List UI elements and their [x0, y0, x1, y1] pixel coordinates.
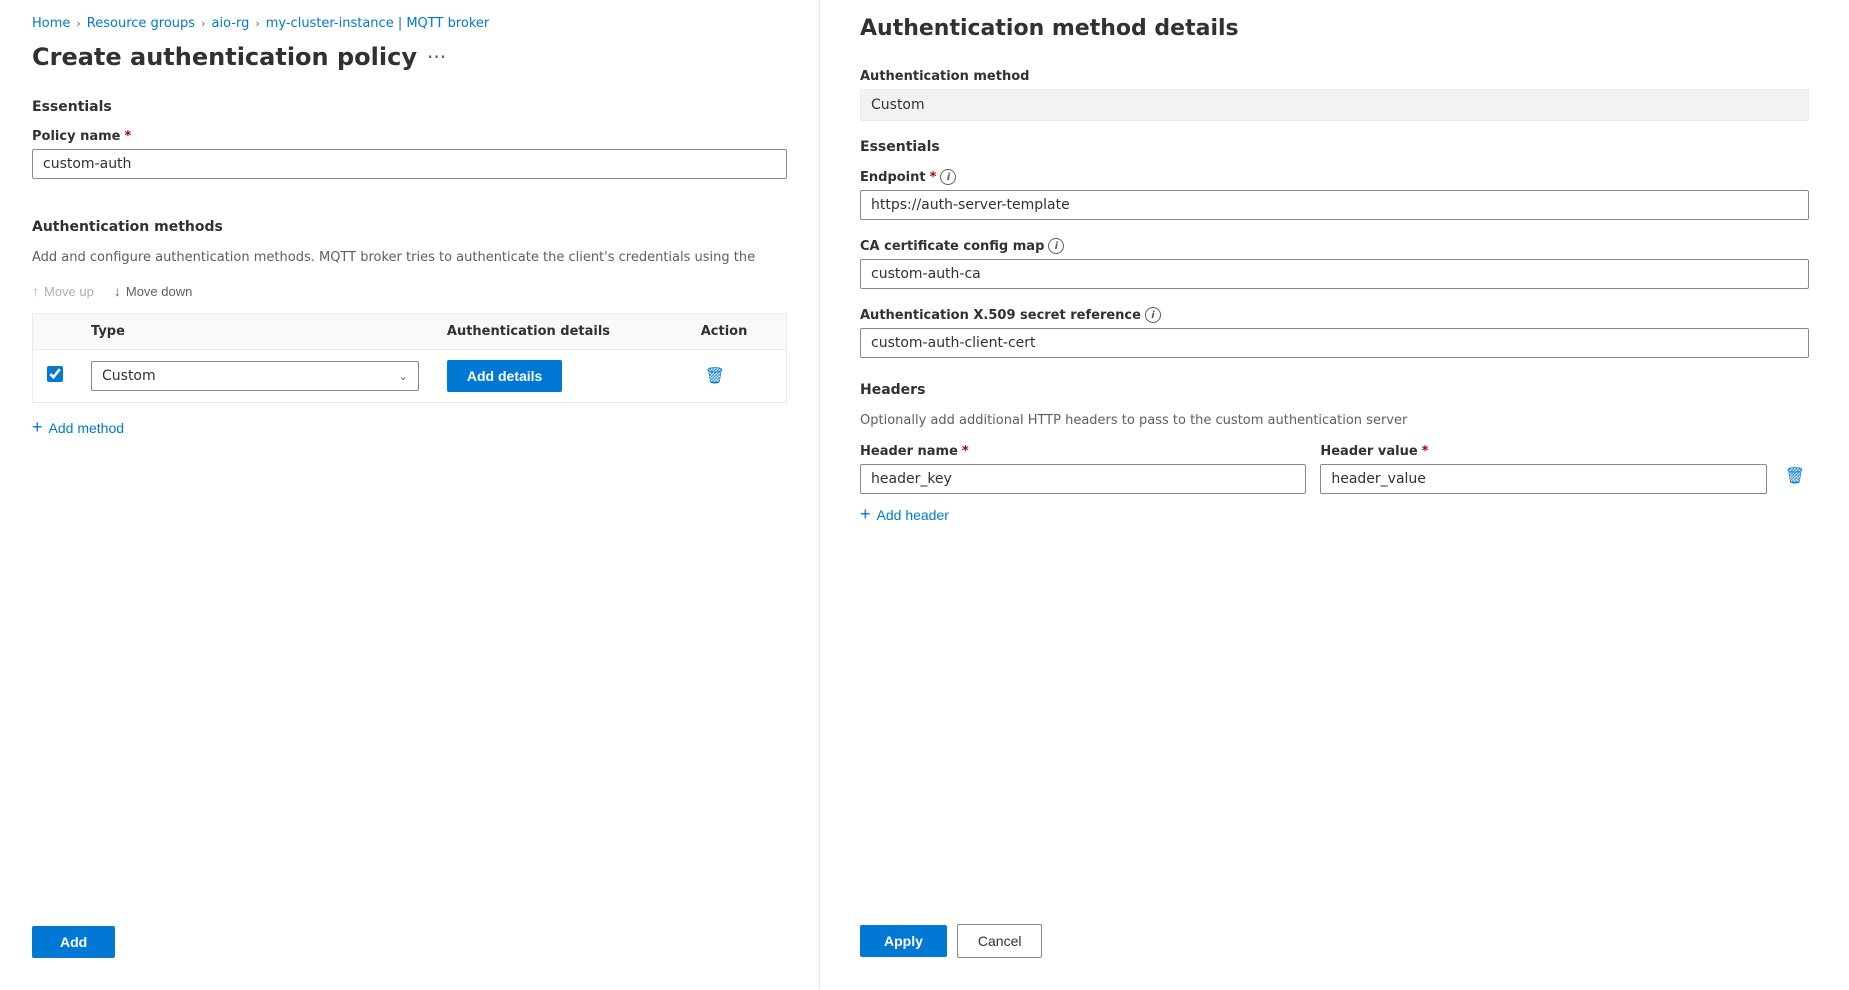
- endpoint-info-icon[interactable]: i: [940, 169, 956, 185]
- add-header-button[interactable]: + Add header: [860, 504, 949, 525]
- apply-button[interactable]: Apply: [860, 925, 947, 957]
- header-name-label: Header name *: [860, 444, 1306, 459]
- right-bottom-bar: Apply Cancel: [860, 900, 1809, 958]
- headers-heading: Headers: [860, 382, 1809, 398]
- auth-method-label: Authentication method: [860, 69, 1809, 84]
- header-value-input[interactable]: [1320, 464, 1766, 494]
- breadcrumb-resource-groups[interactable]: Resource groups: [87, 16, 195, 31]
- delete-row-button[interactable]: 🗑: [701, 362, 729, 390]
- delete-header-button[interactable]: 🗑: [1781, 462, 1809, 490]
- ca-cert-field: CA certificate config map i: [860, 238, 1809, 289]
- row-checkbox[interactable]: [47, 366, 63, 382]
- breadcrumb-sep-3: ›: [255, 17, 259, 30]
- x509-field: Authentication X.509 secret reference i: [860, 307, 1809, 358]
- add-method-button[interactable]: + Add method: [32, 417, 124, 438]
- trash-header-icon: 🗑: [1785, 468, 1805, 485]
- endpoint-field: Endpoint * i: [860, 169, 1809, 220]
- right-essentials-heading: Essentials: [860, 139, 1809, 155]
- x509-input[interactable]: [860, 328, 1809, 358]
- policy-name-required: *: [124, 129, 131, 144]
- header-value-label: Header value *: [1320, 444, 1766, 459]
- ca-cert-label: CA certificate config map i: [860, 238, 1809, 254]
- endpoint-label: Endpoint * i: [860, 169, 1809, 185]
- essentials-section: Essentials Policy name *: [32, 99, 787, 197]
- policy-name-field: Policy name *: [32, 129, 787, 179]
- page-title: Create authentication policy ···: [32, 43, 787, 71]
- methods-table: Type Authentication details Action Custo…: [32, 313, 787, 403]
- col-auth-details-header: Authentication details: [433, 314, 687, 350]
- breadcrumb-aio-rg[interactable]: aio-rg: [211, 16, 249, 31]
- x509-info-icon[interactable]: i: [1145, 307, 1161, 323]
- chevron-down-icon: ⌄: [399, 370, 408, 383]
- col-type-header: Type: [77, 314, 433, 350]
- breadcrumb-sep-2: ›: [201, 17, 205, 30]
- table-row: Custom ⌄ Add details 🗑: [33, 350, 787, 403]
- bottom-bar: Add: [32, 902, 787, 958]
- breadcrumb-mqtt-broker[interactable]: my-cluster-instance | MQTT broker: [266, 16, 490, 31]
- breadcrumb: Home › Resource groups › aio-rg › my-clu…: [32, 16, 787, 31]
- row-action-cell: 🗑: [687, 350, 787, 403]
- breadcrumb-home[interactable]: Home: [32, 16, 70, 31]
- plus-icon: +: [32, 417, 43, 438]
- ca-cert-input[interactable]: [860, 259, 1809, 289]
- right-panel: Authentication method details Authentica…: [820, 0, 1849, 990]
- move-controls: ↑ Move up ↓ Move down: [32, 281, 787, 301]
- row-type-cell: Custom ⌄: [77, 350, 433, 403]
- header-name-group: Header name *: [860, 444, 1306, 494]
- right-panel-title: Authentication method details: [860, 16, 1809, 41]
- trash-icon: 🗑: [705, 368, 725, 385]
- cancel-button[interactable]: Cancel: [957, 924, 1043, 958]
- x509-label: Authentication X.509 secret reference i: [860, 307, 1809, 323]
- table-header-row: Type Authentication details Action: [33, 314, 787, 350]
- auth-methods-desc: Add and configure authentication methods…: [32, 249, 787, 267]
- col-checkbox: [33, 314, 78, 350]
- header-value-group: Header value *: [1320, 444, 1766, 494]
- type-dropdown-value: Custom: [102, 368, 156, 384]
- row-auth-details-cell: Add details: [433, 350, 687, 403]
- auth-method-field: Authentication method Custom: [860, 69, 1809, 121]
- auth-method-value: Custom: [860, 89, 1809, 121]
- header-row: Header name * Header value * 🗑: [860, 444, 1809, 494]
- move-up-button[interactable]: ↑ Move up: [32, 281, 94, 301]
- type-dropdown[interactable]: Custom ⌄: [91, 361, 419, 391]
- move-down-button[interactable]: ↓ Move down: [114, 281, 192, 301]
- row-checkbox-cell: [33, 350, 78, 403]
- col-action-header: Action: [687, 314, 787, 350]
- policy-name-label: Policy name *: [32, 129, 787, 144]
- auth-methods-section: Authentication methods Add and configure…: [32, 219, 787, 438]
- arrow-down-icon: ↓: [114, 283, 121, 299]
- headers-section: Headers Optionally add additional HTTP h…: [860, 382, 1809, 525]
- policy-name-input[interactable]: [32, 149, 787, 179]
- page-title-ellipsis[interactable]: ···: [427, 45, 446, 69]
- breadcrumb-sep-1: ›: [76, 17, 80, 30]
- ca-cert-info-icon[interactable]: i: [1048, 238, 1064, 254]
- header-name-input[interactable]: [860, 464, 1306, 494]
- plus-header-icon: +: [860, 504, 871, 525]
- endpoint-input[interactable]: [860, 190, 1809, 220]
- add-details-button[interactable]: Add details: [447, 360, 562, 392]
- essentials-heading: Essentials: [32, 99, 787, 115]
- arrow-up-icon: ↑: [32, 283, 39, 299]
- left-panel: Home › Resource groups › aio-rg › my-clu…: [0, 0, 820, 990]
- auth-methods-heading: Authentication methods: [32, 219, 787, 235]
- add-button[interactable]: Add: [32, 926, 115, 958]
- headers-desc: Optionally add additional HTTP headers t…: [860, 412, 1809, 430]
